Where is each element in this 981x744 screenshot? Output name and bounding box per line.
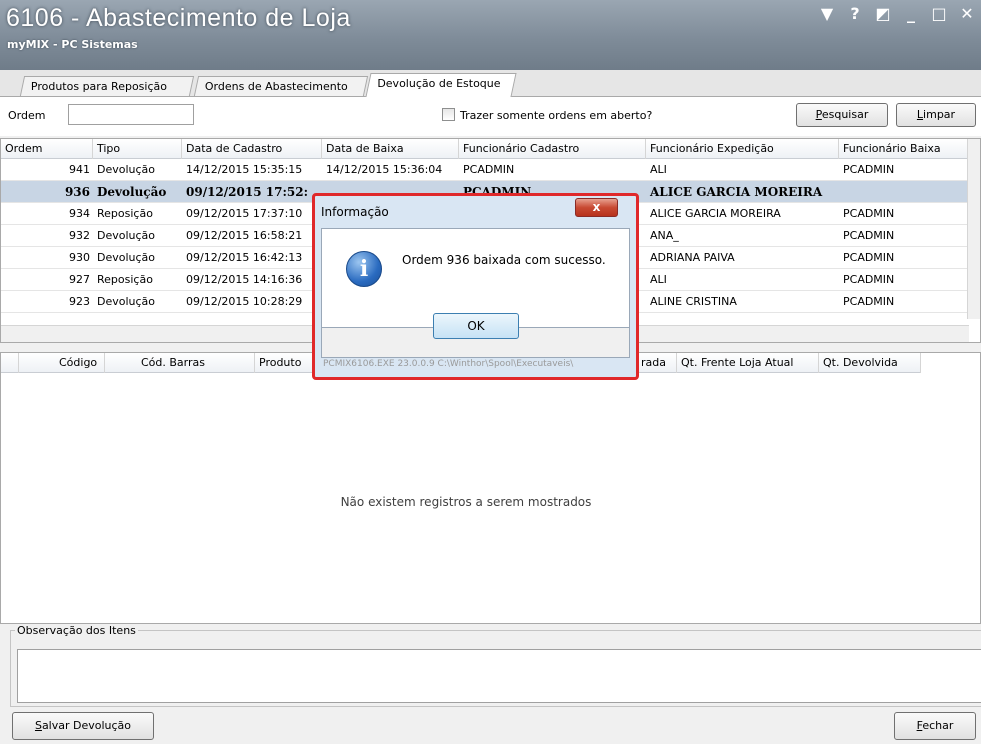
cell-ordem: 927 (69, 273, 90, 286)
col-qt-devolvida[interactable]: Qt. Devolvida (819, 353, 921, 373)
fechar-button[interactable]: Fechar (894, 712, 976, 740)
cell-funcionario-baixa: PCADMIN (843, 251, 895, 264)
tab-label: Devolução de Estoque (377, 77, 501, 90)
help-icon[interactable]: ? (845, 4, 865, 24)
cell-tipo: Reposição (97, 273, 153, 286)
items-row-indicator (1, 353, 19, 373)
col-tipo[interactable]: Tipo (93, 139, 182, 159)
col-produto[interactable]: Produto (255, 353, 315, 373)
empty-message: Não existem registros a serem mostrados (340, 495, 592, 509)
information-dialog: Informação x i Ordem 936 baixada com suc… (312, 193, 639, 380)
table-row[interactable]: 941 Devolução 14/12/2015 15:35:15 14/12/… (1, 159, 969, 181)
limpar-button[interactable]: Limpar (896, 103, 976, 127)
tab-label: Produtos para Reposição (30, 80, 167, 93)
cell-ordem: 936 (64, 185, 90, 199)
cell-funcionario-cadastro: PCADMIN (463, 163, 515, 176)
cell-ordem: 932 (69, 229, 90, 242)
menu-dropdown-icon[interactable]: ▼ (817, 4, 837, 24)
cell-funcionario-expedicao: ALINE CRISTINA (650, 295, 737, 308)
pesquisar-button[interactable]: Pesquisar (796, 103, 888, 127)
cell-ordem: 923 (69, 295, 90, 308)
observacao-textarea[interactable] (17, 649, 981, 703)
cell-funcionario-expedicao: ALI (650, 273, 667, 286)
items-grid: Código Cód. Barras Produto rada Qt. Fren… (0, 352, 981, 624)
cell-funcionario-baixa: PCADMIN (843, 295, 895, 308)
cell-funcionario-expedicao: ADRIANA PAIVA (650, 251, 735, 264)
cell-data-cadastro: 14/12/2015 15:35:15 (186, 163, 303, 176)
window-title: 6106 - Abastecimento de Loja (6, 4, 351, 32)
cell-data-cadastro: 09/12/2015 17:52: (186, 185, 308, 199)
open-orders-checkbox[interactable] (442, 108, 455, 121)
ok-button[interactable]: OK (433, 313, 519, 339)
cell-tipo: Devolução (97, 229, 156, 242)
maximize-icon[interactable]: □ (929, 4, 949, 24)
col-funcionario-baixa[interactable]: Funcionário Baixa (839, 139, 969, 159)
ordem-label: Ordem (8, 109, 46, 122)
dialog-message: Ordem 936 baixada com sucesso. (402, 253, 606, 267)
open-orders-label: Trazer somente ordens em aberto? (460, 109, 653, 122)
salvar-devolucao-button[interactable]: Salvar Devolução (12, 712, 154, 740)
window-titlebar: 6106 - Abastecimento de Loja myMIX - PC … (0, 0, 981, 70)
cell-tipo: Devolução (97, 251, 156, 264)
cell-data-cadastro: 09/12/2015 14:16:36 (186, 273, 303, 286)
col-qt-frente-loja[interactable]: Qt. Frente Loja Atual (677, 353, 819, 373)
col-data-cadastro[interactable]: Data de Cadastro (182, 139, 322, 159)
tab-label: Ordens de Abastecimento (204, 80, 348, 93)
cell-funcionario-expedicao: ALICE GARCIA MOREIRA (650, 185, 823, 199)
col-ordem[interactable]: Ordem (1, 139, 93, 159)
col-cod-barras[interactable]: Cód. Barras (105, 353, 255, 373)
restore-icon[interactable]: ◩ (873, 4, 893, 24)
minimize-icon[interactable]: _ (901, 4, 921, 24)
cell-ordem: 941 (69, 163, 90, 176)
close-icon[interactable]: ✕ (957, 4, 977, 24)
cell-data-cadastro: 09/12/2015 17:37:10 (186, 207, 303, 220)
tab-devolucao-estoque[interactable]: Devolução de Estoque (365, 73, 517, 97)
tab-ordens-abastecimento[interactable]: Ordens de Abastecimento (193, 76, 369, 96)
cell-data-cadastro: 09/12/2015 10:28:29 (186, 295, 303, 308)
cell-ordem: 934 (69, 207, 90, 220)
tab-produtos-reposicao[interactable]: Produtos para Reposição (19, 76, 195, 96)
cell-data-cadastro: 09/12/2015 16:58:21 (186, 229, 303, 242)
cell-tipo: Devolução (97, 185, 167, 199)
cell-funcionario-expedicao: ALICE GARCIA MOREIRA (650, 207, 781, 220)
cell-tipo: Reposição (97, 207, 153, 220)
cell-tipo: Devolução (97, 295, 156, 308)
window-controls: ▼ ? ◩ _ □ ✕ (817, 4, 977, 24)
cell-funcionario-baixa: PCADMIN (843, 163, 895, 176)
ordem-input[interactable] (68, 104, 194, 125)
cell-ordem: 930 (69, 251, 90, 264)
orders-vertical-scrollbar[interactable] (967, 139, 980, 319)
dialog-close-button[interactable]: x (575, 198, 618, 217)
cell-data-baixa: 14/12/2015 15:36:04 (326, 163, 443, 176)
cell-funcionario-expedicao: ANA_ (650, 229, 679, 242)
observacao-legend: Observação dos Itens (15, 624, 138, 637)
col-codigo[interactable]: Código (19, 353, 105, 373)
cell-funcionario-baixa: PCADMIN (843, 207, 895, 220)
tab-strip: Produtos para Reposição Ordens de Abaste… (0, 70, 981, 97)
dialog-title: Informação (321, 205, 389, 219)
col-qt-entrada[interactable]: rada (637, 353, 677, 373)
cell-tipo: Devolução (97, 163, 156, 176)
cell-funcionario-baixa: PCADMIN (843, 273, 895, 286)
info-icon: i (346, 251, 382, 287)
observacao-group: Observação dos Itens (10, 624, 981, 707)
orders-grid-header: Ordem Tipo Data de Cadastro Data de Baix… (1, 139, 980, 159)
col-funcionario-expedicao[interactable]: Funcionário Expedição (646, 139, 839, 159)
filter-bar: Ordem Trazer somente ordens em aberto? P… (0, 96, 981, 136)
cell-funcionario-baixa: PCADMIN (843, 229, 895, 242)
col-funcionario-cadastro[interactable]: Funcionário Cadastro (459, 139, 646, 159)
cell-funcionario-baixa (839, 181, 969, 203)
col-data-baixa[interactable]: Data de Baixa (322, 139, 459, 159)
cell-data-cadastro: 09/12/2015 16:42:13 (186, 251, 303, 264)
dialog-status-text: PCMIX6106.EXE 23.0.0.9 C:\Winthor\Spool\… (323, 359, 574, 369)
window-subtitle: myMIX - PC Sistemas (7, 38, 138, 51)
cell-funcionario-expedicao: ALI (650, 163, 667, 176)
